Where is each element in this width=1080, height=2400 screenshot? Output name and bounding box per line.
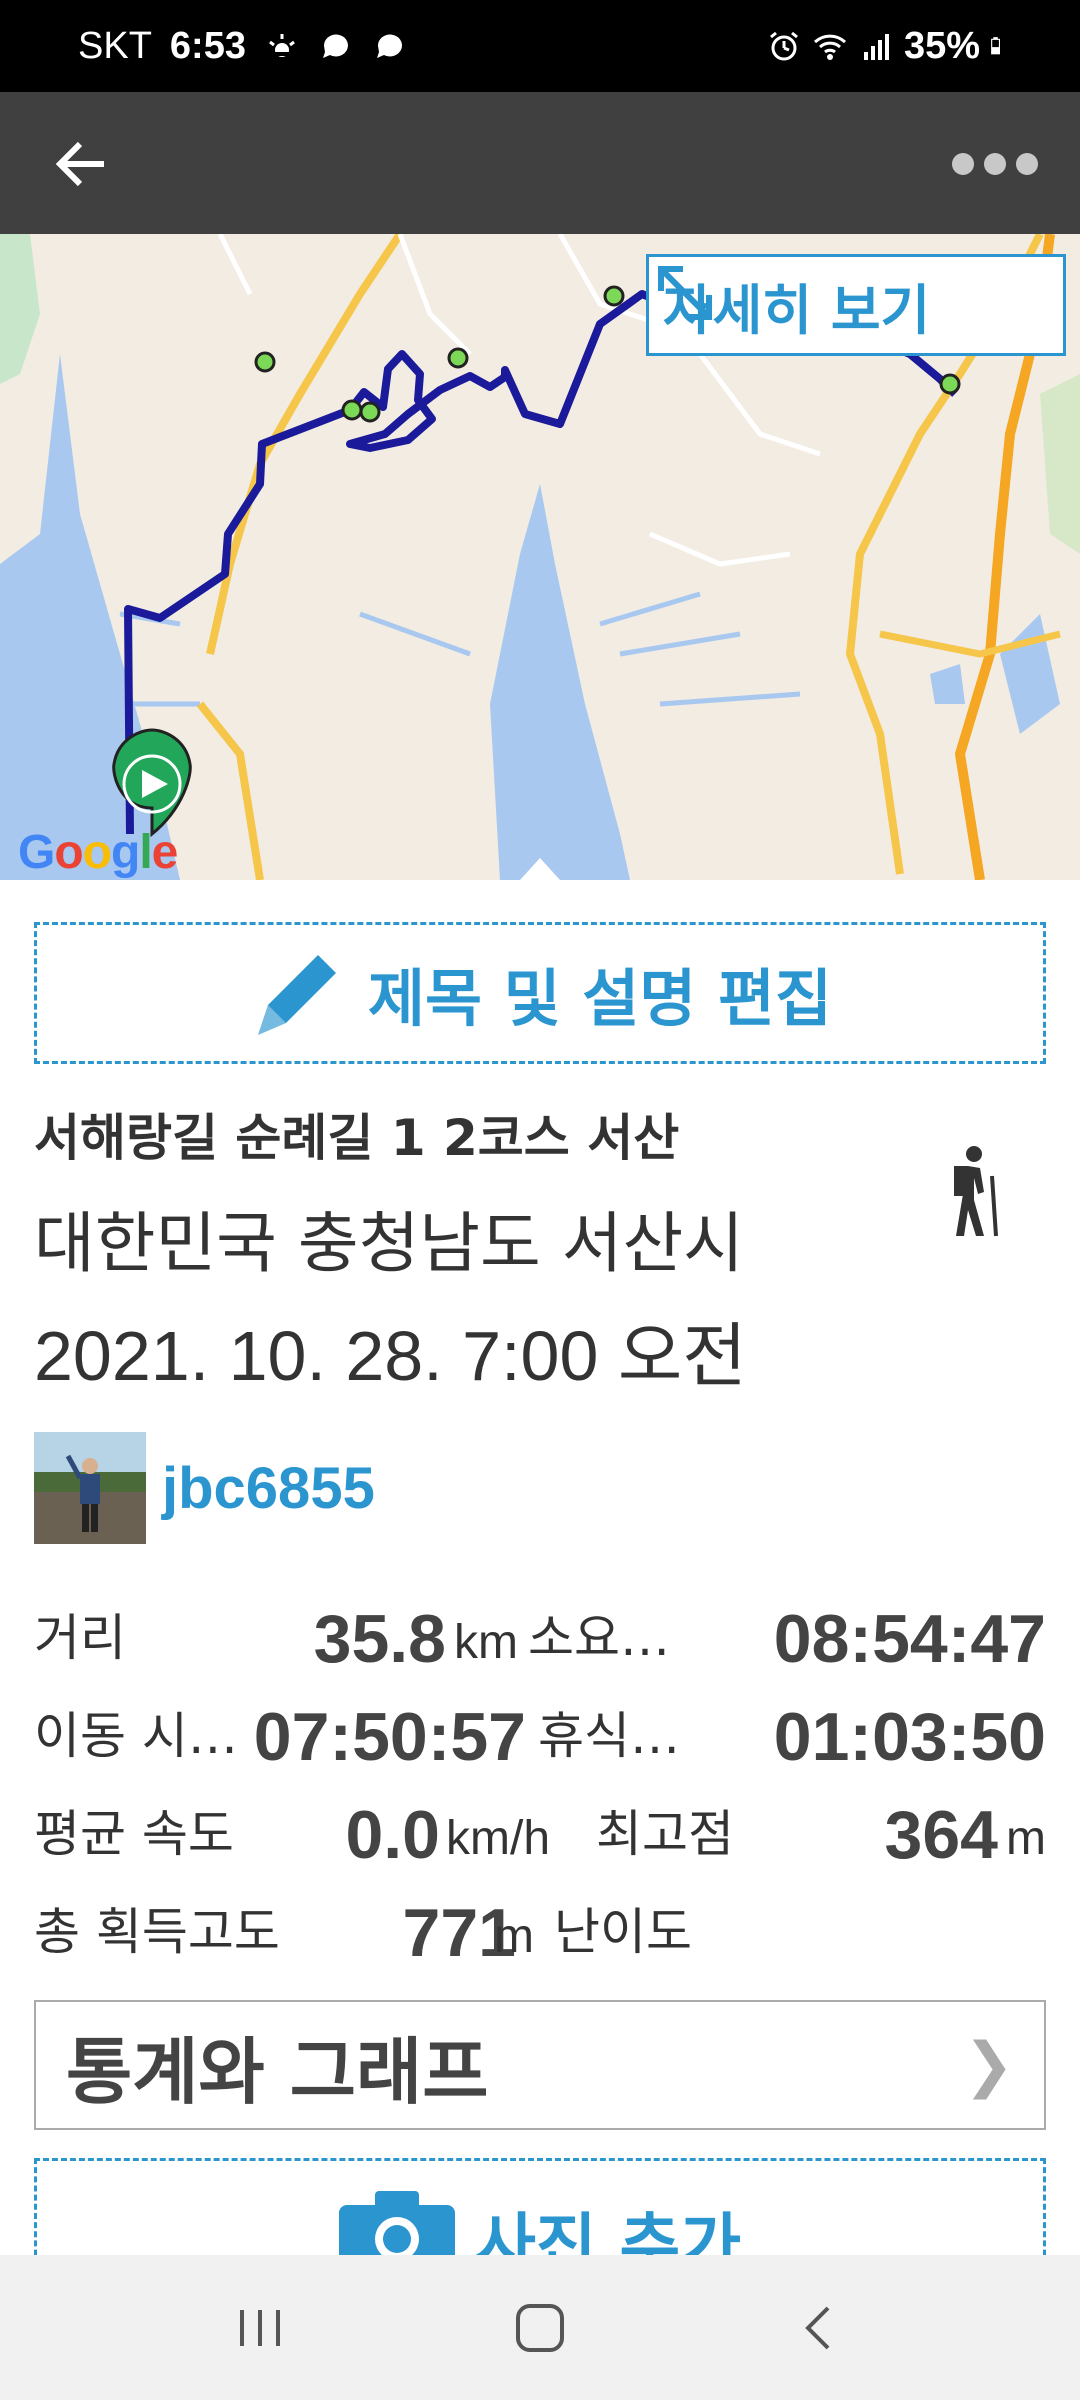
edit-title-description-button[interactable]: 제목 및 설명 편집 bbox=[34, 922, 1046, 1064]
home-button[interactable] bbox=[490, 2278, 590, 2378]
distance-value: 35.8 bbox=[313, 1601, 446, 1677]
rest-time-value: 01:03:50 bbox=[773, 1699, 1046, 1775]
signal-icon bbox=[863, 34, 889, 60]
max-altitude-label: 최고점 bbox=[596, 1805, 734, 1863]
distance-unit: km bbox=[454, 1616, 518, 1669]
location-text: 대한민국 충청남도 서산시 bbox=[34, 1205, 744, 1282]
activity-datetime: 2021. 10. 28. 7:00 오전 bbox=[34, 1317, 747, 1395]
recent-apps-button[interactable] bbox=[210, 2278, 310, 2378]
status-bar: SKT 6:53 35% bbox=[0, 0, 1080, 92]
max-altitude-value: 364 bbox=[884, 1797, 998, 1873]
chat-bubble-icon bbox=[376, 34, 402, 58]
dot-icon bbox=[1016, 153, 1038, 175]
recent-apps-icon bbox=[240, 2309, 280, 2346]
username-link[interactable]: jbc6855 bbox=[162, 1455, 375, 1522]
max-altitude-unit: m bbox=[1006, 1812, 1046, 1865]
stat-row: 총 획득고도 771 m 난이도 bbox=[34, 1884, 1046, 1982]
google-logo: Google bbox=[18, 826, 178, 879]
home-icon bbox=[516, 2303, 564, 2352]
edit-title-label: 제목 및 설명 편집 bbox=[367, 962, 833, 1035]
app-bar bbox=[0, 92, 1080, 234]
battery-percent: 35% bbox=[903, 24, 980, 67]
distance-label: 거리 bbox=[34, 1609, 126, 1667]
stat-row: 거리 35.8 km 소요… 08:54:47 bbox=[34, 1590, 1046, 1688]
hiking-icon bbox=[954, 1146, 998, 1237]
dot-icon bbox=[984, 153, 1006, 175]
view-details-button[interactable]: 자세히 보기 bbox=[646, 254, 1066, 356]
more-options-button[interactable] bbox=[940, 122, 1050, 206]
avg-speed-label: 평균 속도 bbox=[34, 1805, 234, 1863]
dot-icon bbox=[952, 153, 974, 175]
avg-speed-value: 0.0 bbox=[345, 1797, 440, 1873]
rest-time-label: 휴식… bbox=[538, 1707, 680, 1765]
stat-row: 평균 속도 0.0 km/h 최고점 364 m bbox=[34, 1786, 1046, 1884]
wifi-icon bbox=[813, 34, 846, 60]
expand-icon bbox=[658, 266, 712, 320]
chat-bubble-icon bbox=[322, 34, 348, 58]
pencil-icon bbox=[257, 955, 336, 1035]
difficulty-label: 난이도 bbox=[554, 1903, 692, 1961]
chevron-right-icon: ❯ bbox=[963, 2030, 1014, 2100]
avatar[interactable] bbox=[34, 1432, 146, 1544]
duration-value: 08:54:47 bbox=[773, 1601, 1046, 1677]
stats-table: 거리 35.8 km 소요… 08:54:47 이동 시… 07:50:57 휴… bbox=[34, 1590, 1046, 1982]
battery-icon bbox=[991, 37, 1000, 55]
duration-label: 소요… bbox=[528, 1609, 670, 1667]
back-nav-button[interactable] bbox=[770, 2278, 870, 2378]
avg-speed-unit: km/h bbox=[446, 1812, 551, 1865]
back-button[interactable] bbox=[40, 122, 124, 206]
carrier-label: SKT bbox=[78, 24, 152, 67]
route-name: 서해랑길 순례길 1 2코스 서산 bbox=[34, 1109, 680, 1167]
weather-icon bbox=[267, 34, 296, 57]
moving-time-value: 07:50:57 bbox=[253, 1699, 526, 1775]
route-map[interactable]: Google 자세히 보기 bbox=[0, 234, 1080, 880]
back-arrow-icon bbox=[55, 141, 104, 187]
elevation-gain-label: 총 획득고도 bbox=[34, 1903, 280, 1961]
stats-graph-button[interactable]: 통계와 그래프 ❯ bbox=[34, 2000, 1046, 2130]
stat-row: 이동 시… 07:50:57 휴식… 01:03:50 bbox=[34, 1688, 1046, 1786]
chevron-left-icon bbox=[805, 2306, 830, 2349]
alarm-icon bbox=[770, 31, 798, 61]
clock: 6:53 bbox=[169, 24, 246, 67]
moving-time-label: 이동 시… bbox=[34, 1707, 238, 1765]
elevation-gain-unit: m bbox=[494, 1910, 534, 1963]
system-nav-bar bbox=[0, 2255, 1080, 2400]
user-row[interactable]: jbc6855 bbox=[34, 1432, 375, 1544]
stats-graph-label: 통계와 그래프 bbox=[66, 2029, 489, 2114]
